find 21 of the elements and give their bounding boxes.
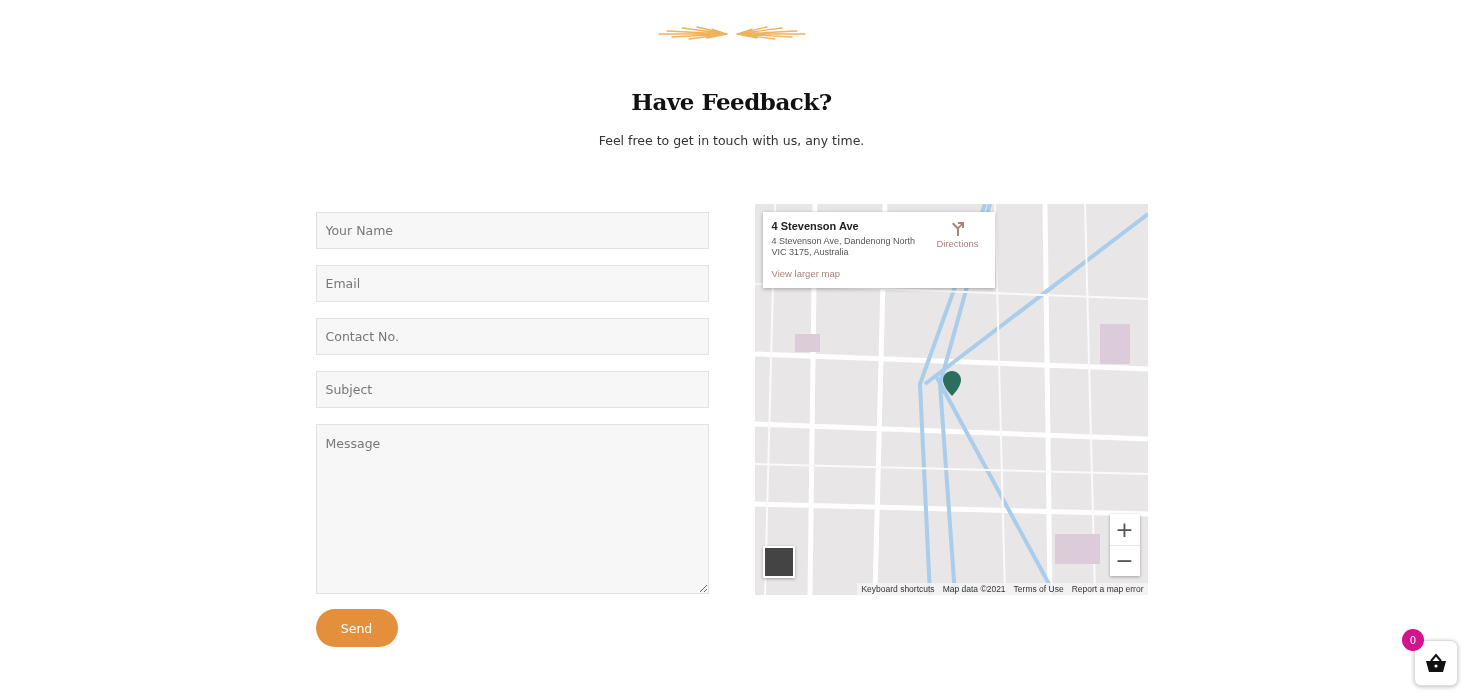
page-subtitle: Feel free to get in touch with us, any time.	[598, 133, 865, 148]
attribution-link[interactable]: Keyboard shortcuts	[857, 583, 939, 595]
basket-icon	[1425, 653, 1447, 673]
attribution-link[interactable]: Report a map error	[1067, 583, 1148, 595]
cart-count-badge: 0	[1402, 629, 1424, 651]
attribution-link[interactable]: Terms of Use	[1009, 583, 1068, 595]
input-field[interactable]: Email	[315, 265, 709, 302]
input-field[interactable]: Contact No.	[315, 318, 709, 355]
zoom-in-button[interactable]: +	[1109, 514, 1140, 545]
zoom-out-button[interactable]: −	[1109, 545, 1140, 576]
larger-map-link[interactable]: View larger map	[771, 268, 840, 280]
message-field[interactable]: Message	[315, 424, 709, 594]
directions-link[interactable]: Directions	[926, 220, 989, 259]
cart-button[interactable]	[1414, 640, 1458, 686]
input-field[interactable]: Subject	[315, 371, 709, 408]
satellite-view-button[interactable]	[762, 546, 795, 578]
attribution-link[interactable]: Map data ©2021	[938, 583, 1010, 595]
page-heading: Have Feedback?	[631, 88, 832, 115]
place-address: 4 Stevenson Ave, Dandenong North VIC 3175, Australia	[771, 236, 916, 259]
input-field[interactable]: Your Name	[315, 212, 709, 249]
place-title: 4 Stevenson Ave	[771, 220, 860, 233]
